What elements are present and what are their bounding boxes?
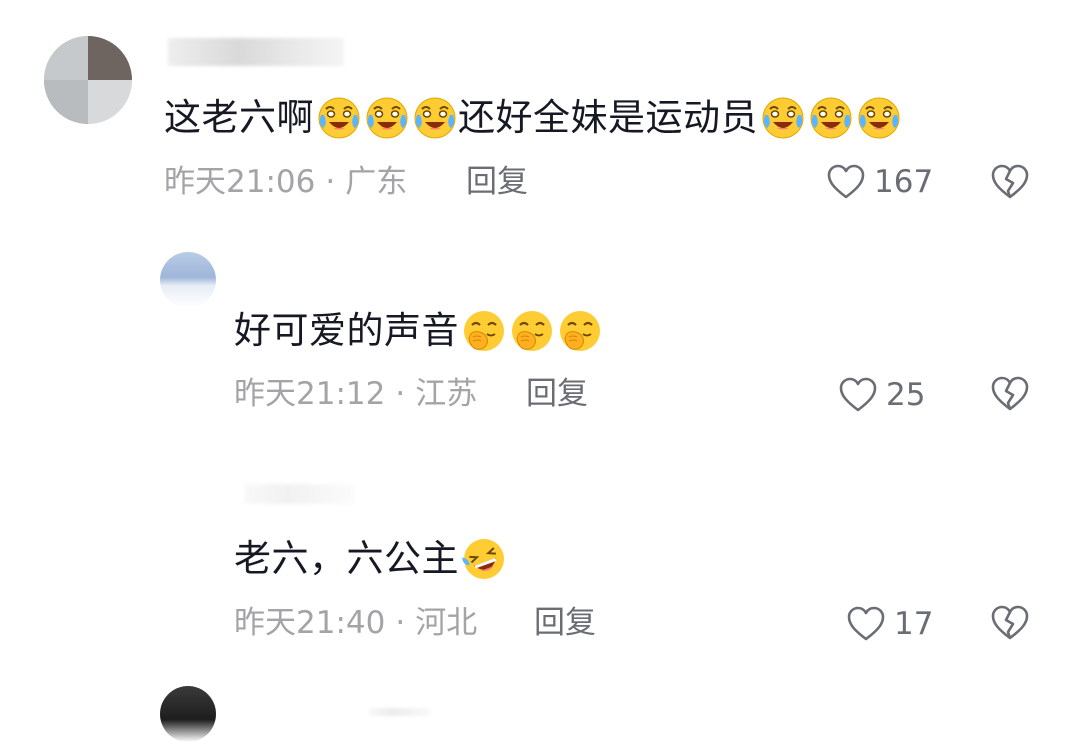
tears-of-joy-emoji bbox=[316, 95, 362, 141]
comment-text-part: 好可爱的声音 bbox=[234, 309, 459, 352]
broken-heart-icon bbox=[990, 163, 1030, 201]
comment-time: 昨天21:06 bbox=[164, 164, 316, 200]
avatar[interactable] bbox=[44, 36, 132, 124]
like-count: 25 bbox=[886, 377, 926, 413]
avatar[interactable] bbox=[160, 252, 216, 308]
comment-meta: 昨天21:06 · 广东 bbox=[164, 162, 407, 202]
avatar[interactable] bbox=[160, 478, 216, 534]
like-button[interactable]: 25 bbox=[838, 375, 925, 415]
comment-text: 这老六啊 还好全妹是运动员 bbox=[164, 95, 902, 141]
like-button[interactable]: 17 bbox=[846, 604, 933, 644]
separator-dot: · bbox=[325, 164, 336, 200]
comment-item: 这老六啊 还好全妹是运动员 昨天21:06 · 广东 回复 167 bbox=[0, 0, 1080, 230]
reply-button[interactable]: 回复 bbox=[534, 603, 596, 643]
dislike-button[interactable] bbox=[990, 604, 1030, 642]
like-count: 17 bbox=[894, 606, 934, 642]
like-count: 167 bbox=[874, 164, 934, 200]
comment-location: 广东 bbox=[345, 164, 408, 200]
hand-over-mouth-emoji bbox=[509, 308, 555, 354]
comment-item bbox=[0, 680, 1080, 754]
comment-meta: 昨天21:12 · 江苏 bbox=[234, 374, 477, 414]
comment-text-part: 老六，六公主 bbox=[234, 537, 459, 580]
tears-of-joy-emoji bbox=[760, 95, 806, 141]
tears-of-joy-emoji bbox=[412, 95, 458, 141]
reply-button[interactable]: 回复 bbox=[466, 162, 528, 202]
heart-icon bbox=[846, 605, 886, 643]
reply-button[interactable]: 回复 bbox=[526, 374, 588, 414]
username-blurred[interactable] bbox=[168, 38, 344, 66]
dislike-button[interactable] bbox=[990, 375, 1030, 413]
broken-heart-icon bbox=[990, 604, 1030, 642]
comment-meta: 昨天21:40 · 河北 bbox=[234, 603, 477, 643]
comment-time: 昨天21:12 bbox=[234, 376, 386, 412]
dislike-button[interactable] bbox=[990, 163, 1030, 201]
comment-text-part: 还好全妹是运动员 bbox=[458, 96, 758, 139]
comment-text: 好可爱的声音 bbox=[234, 308, 603, 354]
comment-text-part: 这老六啊 bbox=[164, 96, 314, 139]
separator-dot: · bbox=[395, 376, 406, 412]
hand-over-mouth-emoji bbox=[557, 308, 603, 354]
username-blurred[interactable] bbox=[244, 484, 354, 504]
comment-time: 昨天21:40 bbox=[234, 605, 386, 641]
broken-heart-icon bbox=[990, 375, 1030, 413]
comment-location: 河北 bbox=[415, 605, 478, 641]
tears-of-joy-emoji bbox=[364, 95, 410, 141]
comment-location: 江苏 bbox=[415, 376, 478, 412]
tears-of-joy-emoji bbox=[856, 95, 902, 141]
tears-of-joy-emoji bbox=[808, 95, 854, 141]
rolling-on-floor-laughing-emoji bbox=[461, 536, 507, 582]
comment-text: 老六，六公主 bbox=[234, 536, 507, 582]
separator-dot: · bbox=[395, 605, 406, 641]
avatar[interactable] bbox=[160, 686, 216, 742]
username-blurred[interactable] bbox=[370, 708, 430, 716]
heart-icon bbox=[826, 163, 866, 201]
comment-item: 老六，六公主 昨天21:40 · 河北 回复 17 bbox=[0, 460, 1080, 680]
hand-over-mouth-emoji bbox=[461, 308, 507, 354]
heart-icon bbox=[838, 376, 878, 414]
comment-item: 好可爱的声音 昨天21:12 · 江苏 回复 25 bbox=[0, 230, 1080, 460]
like-button[interactable]: 167 bbox=[826, 162, 933, 202]
